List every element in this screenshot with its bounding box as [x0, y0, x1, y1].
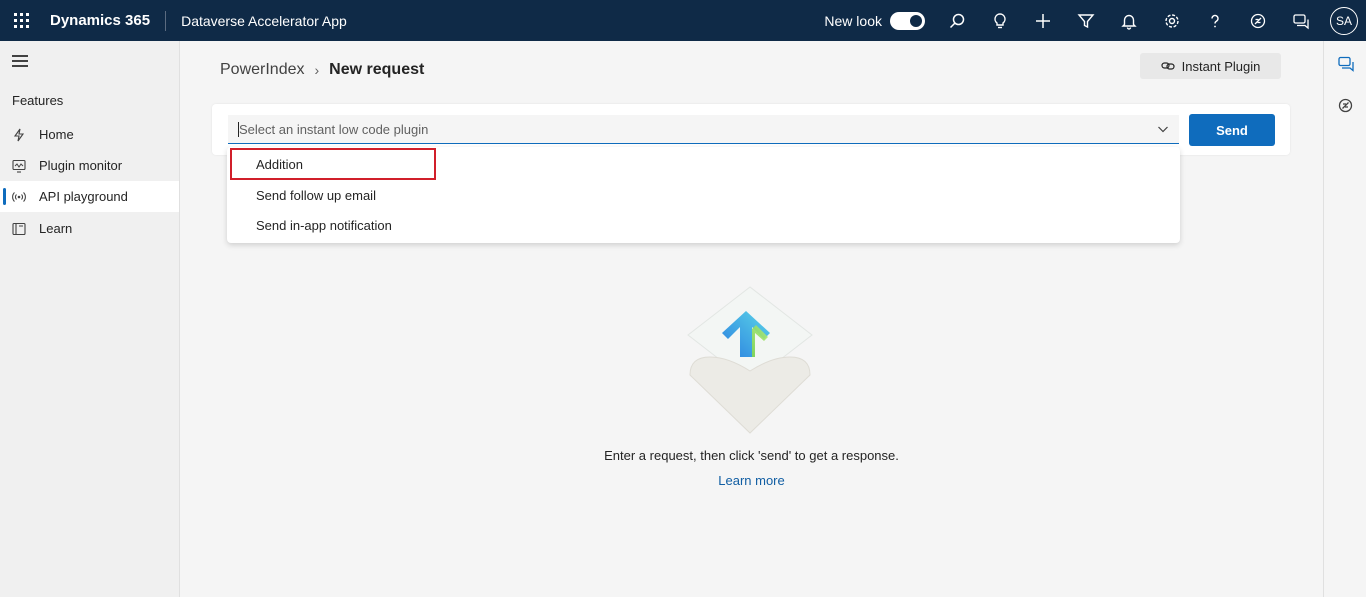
chevron-right-icon: ›: [314, 62, 320, 78]
breadcrumb-root[interactable]: PowerIndex: [220, 61, 305, 79]
search-icon: [949, 13, 964, 28]
app-launcher-button[interactable]: [0, 0, 42, 41]
sidebar-item-plugin-monitor[interactable]: Plugin monitor: [0, 150, 179, 181]
learn-more-link: Learn more: [180, 473, 1323, 488]
learn-more-link-text[interactable]: Learn more: [718, 473, 784, 488]
left-navigation: Features Home Plugin monitor API playgro…: [0, 41, 180, 597]
chevron-down-icon[interactable]: [1157, 123, 1169, 135]
instant-plugin-label: Instant Plugin: [1181, 58, 1261, 74]
sidebar-item-label: Home: [39, 127, 74, 142]
sidebar-item-api-playground[interactable]: API playground: [0, 181, 179, 212]
bell-icon: [1120, 14, 1137, 30]
nav-section-title: Features: [12, 93, 64, 108]
dropdown-option-send-follow-up-email[interactable]: Send follow up email: [227, 180, 1180, 210]
instant-plugin-button[interactable]: Instant Plugin: [1140, 53, 1281, 79]
empty-state-message: Enter a request, then click 'send' to ge…: [604, 448, 899, 463]
sidebar-item-home[interactable]: Home: [0, 119, 179, 150]
sidebar-item-label: Plugin monitor: [39, 158, 123, 173]
plugin-select[interactable]: Select an instant low code plugin: [228, 115, 1179, 144]
settings-button[interactable]: [1150, 0, 1193, 41]
lightbulb-button[interactable]: [978, 0, 1021, 41]
help-button[interactable]: [1193, 0, 1236, 41]
filter-button[interactable]: [1064, 0, 1107, 41]
book-icon: [11, 221, 27, 237]
chat-icon: [1338, 56, 1354, 72]
gear-icon: [1164, 13, 1179, 28]
help-icon: [1210, 14, 1219, 27]
sidebar-item-learn[interactable]: Learn: [0, 213, 179, 244]
chat-icon: [1292, 13, 1309, 29]
link-icon: [1161, 62, 1175, 70]
copilot-panel-button[interactable]: [1337, 97, 1354, 114]
dropdown-option-send-in-app-notification[interactable]: Send in-app notification: [227, 210, 1180, 240]
broadcast-icon: [11, 189, 27, 205]
copilot-button[interactable]: [1236, 0, 1279, 41]
new-look-toggle[interactable]: [890, 11, 925, 30]
empty-state-illustration: [687, 286, 813, 434]
plus-icon: [1035, 13, 1050, 28]
highlight-box: [230, 148, 436, 180]
breadcrumb: PowerIndex › New request: [220, 61, 424, 79]
page-title: New request: [329, 61, 425, 78]
top-bar: Dynamics 365 Dataverse Accelerator App N…: [0, 0, 1366, 41]
brand-title[interactable]: Dynamics 365: [50, 10, 167, 31]
plugin-select-placeholder: Select an instant low code plugin: [239, 121, 429, 137]
new-look-label: New look: [824, 12, 882, 29]
lightbulb-icon: [993, 12, 1006, 28]
search-button[interactable]: [935, 0, 978, 41]
new-button[interactable]: [1021, 0, 1064, 41]
hamburger-menu-icon[interactable]: [12, 55, 28, 67]
copilot-icon: [1338, 98, 1353, 113]
sidebar-item-label: API playground: [39, 189, 128, 204]
sidebar-item-label: Learn: [39, 221, 73, 236]
right-rail: [1323, 41, 1366, 597]
send-button[interactable]: Send: [1189, 114, 1275, 146]
app-name[interactable]: Dataverse Accelerator App: [181, 13, 347, 29]
copilot-icon: [1250, 13, 1265, 28]
monitor-icon: [11, 158, 27, 174]
lightning-icon: [11, 127, 27, 143]
notifications-button[interactable]: [1107, 0, 1150, 41]
user-avatar[interactable]: SA: [1330, 6, 1358, 35]
chat-panel-button[interactable]: [1337, 55, 1354, 72]
main-content: PowerIndex › New request Instant Plugin …: [180, 41, 1323, 597]
plugin-dropdown: Addition Send follow up email Send in-ap…: [227, 147, 1180, 243]
filter-icon: [1076, 13, 1095, 28]
waffle-icon: [13, 13, 29, 28]
chat-button[interactable]: [1279, 0, 1322, 41]
top-bar-actions: New look SA: [824, 0, 1366, 41]
